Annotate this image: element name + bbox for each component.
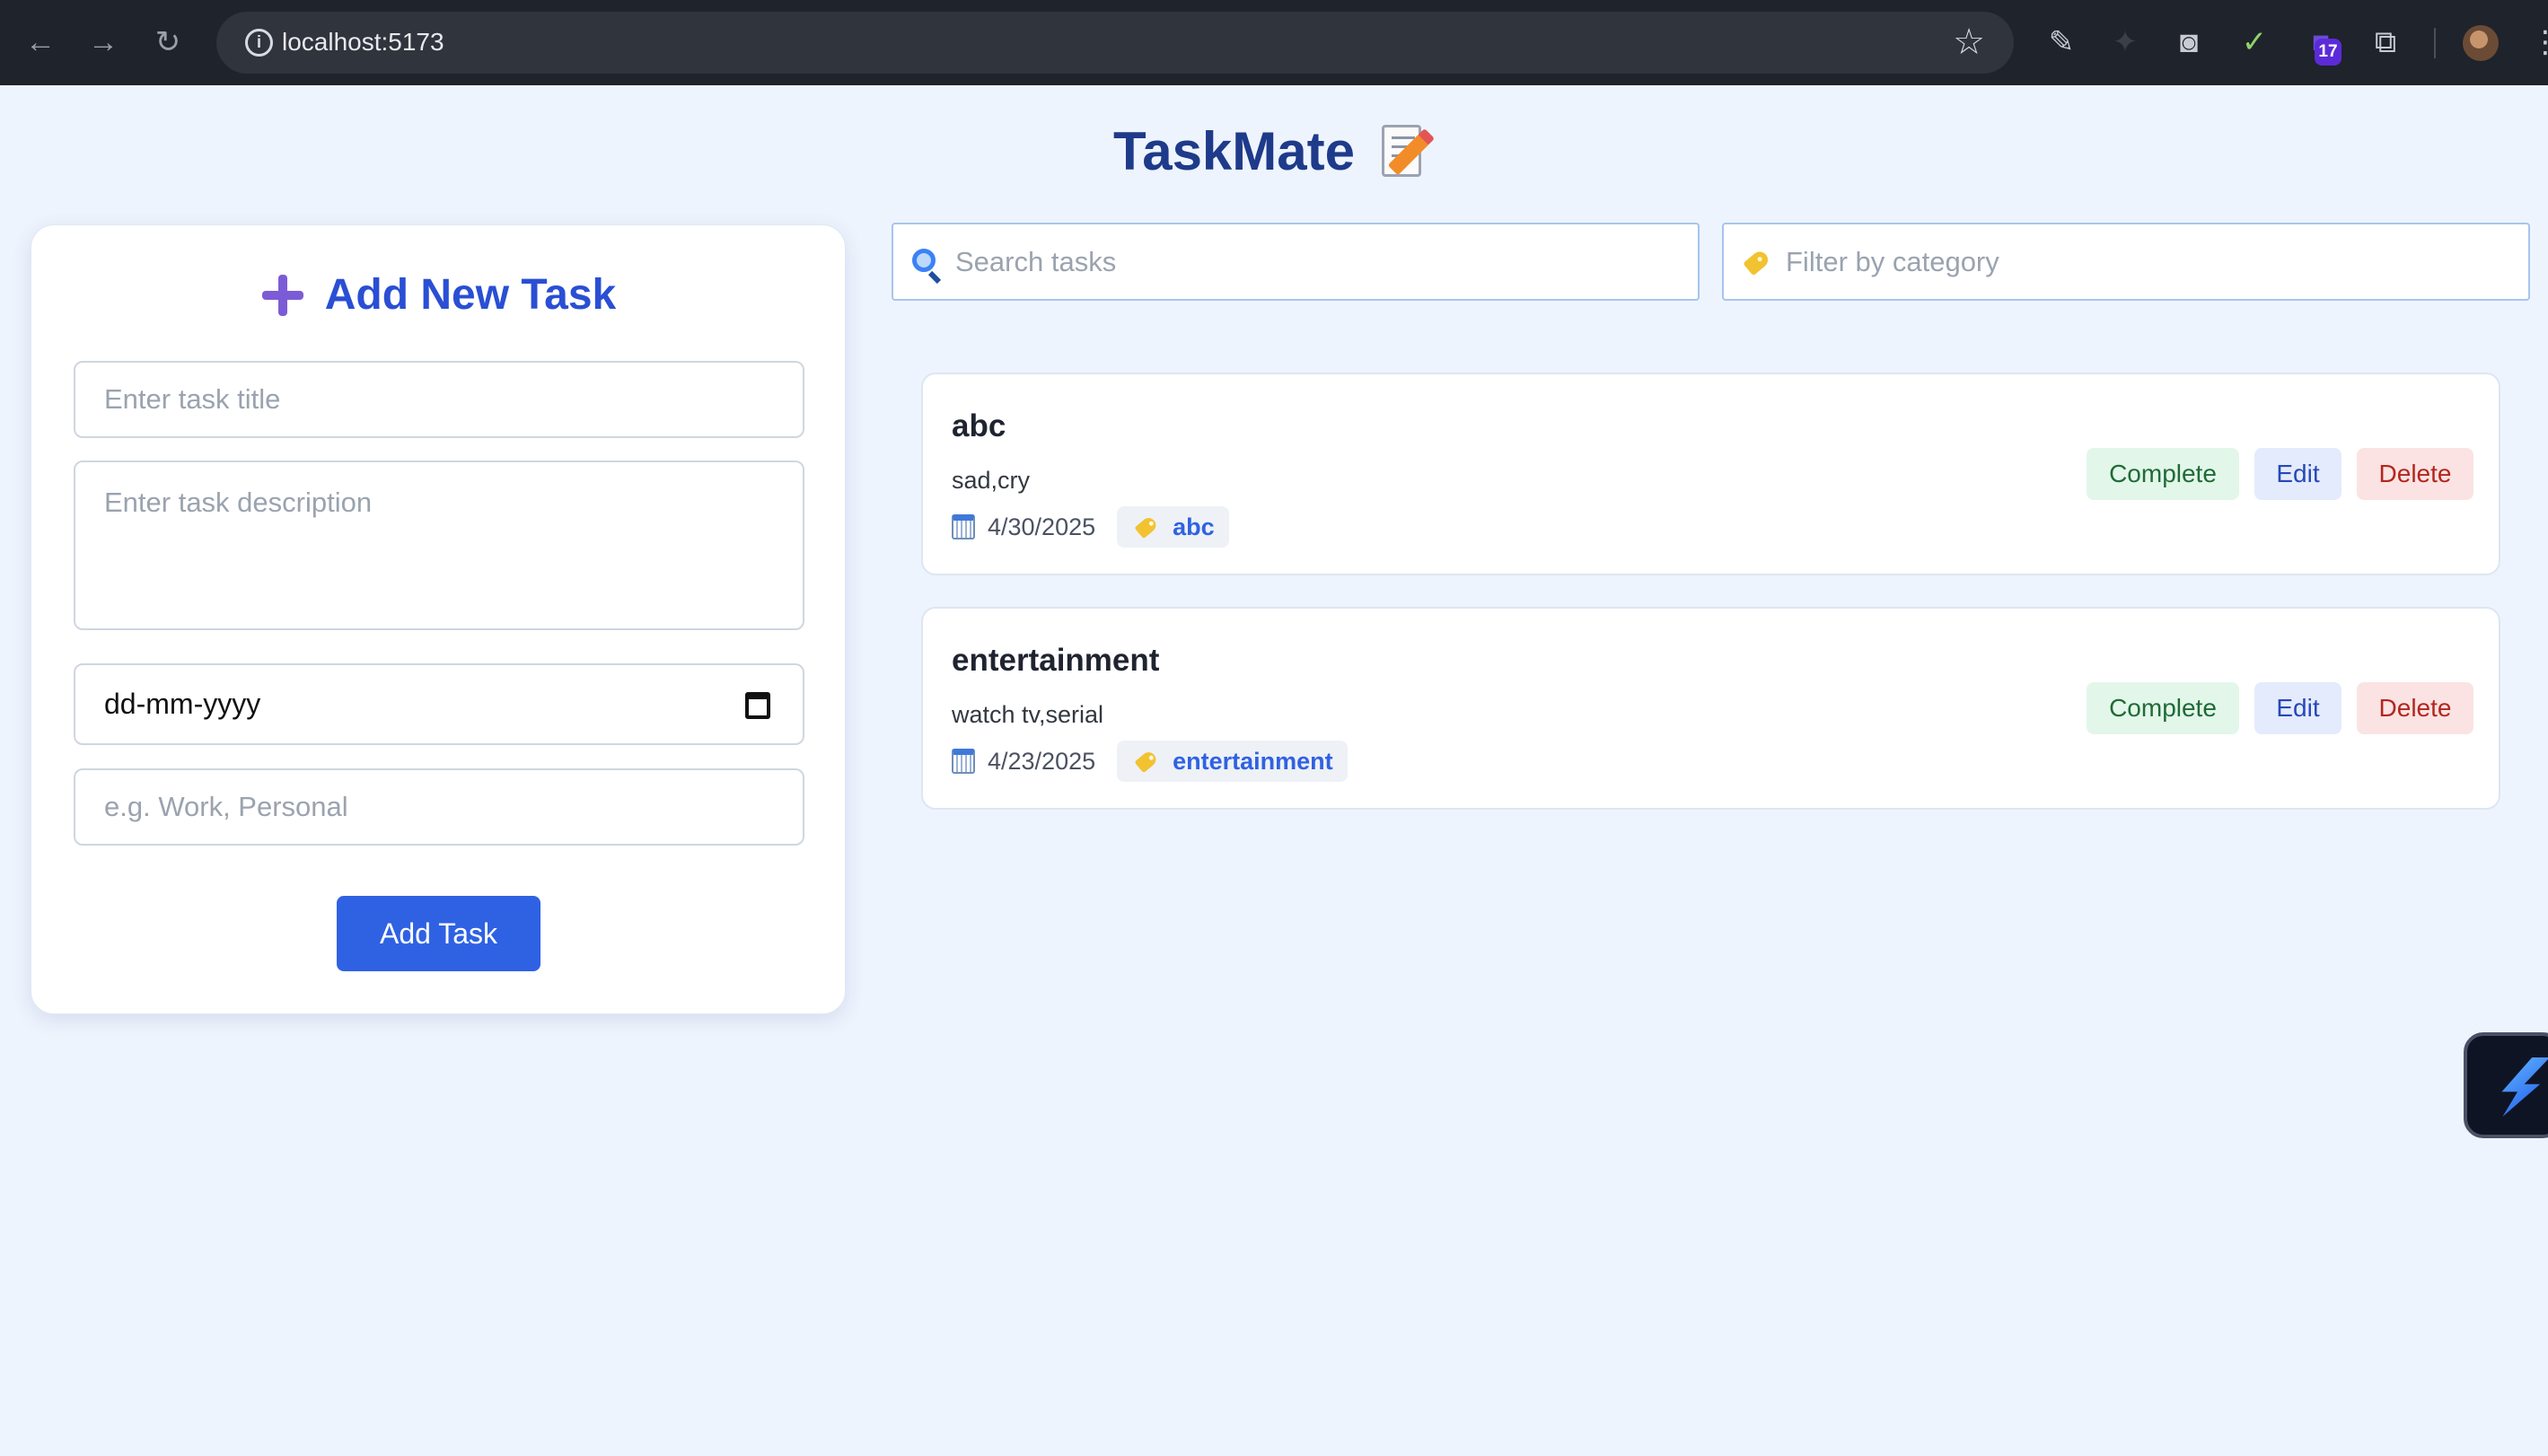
toolbar-divider <box>2434 28 2436 58</box>
reload-icon[interactable]: ↻ <box>147 22 189 63</box>
app-title: TaskMate <box>1113 120 1356 181</box>
extension-count-badge: 17 <box>2315 39 2342 66</box>
extension-icon[interactable]: ✦ <box>2104 22 2146 63</box>
search-input[interactable]: Search tasks <box>892 223 1700 301</box>
task-category-input[interactable]: e.g. Work, Personal <box>74 768 804 846</box>
task-card: abc sad,cry 4/30/2025 abc Complete Edit … <box>921 373 2500 575</box>
filter-placeholder: Filter by category <box>1786 246 1999 277</box>
menu-icon[interactable]: ⋮ <box>2525 22 2548 63</box>
delete-button[interactable]: Delete <box>2357 448 2473 500</box>
calendar-icon <box>952 514 975 539</box>
forward-icon[interactable]: → <box>83 22 124 63</box>
spellcheck-icon[interactable]: ✓ <box>2234 22 2275 63</box>
edit-button[interactable]: Edit <box>2254 682 2342 734</box>
complete-button[interactable]: Complete <box>2087 682 2239 734</box>
search-icon <box>912 249 936 272</box>
tag-icon <box>1743 248 1771 276</box>
task-title: abc <box>952 408 1006 443</box>
search-placeholder: Search tasks <box>955 246 1117 277</box>
task-description: sad,cry <box>952 467 1031 494</box>
browser-toolbar: ← → ↻ i localhost:5173 ☆ ✎ ✦ ◙ ✓ ■ 17 ⧉ … <box>0 0 2548 85</box>
category-filter-input[interactable]: Filter by category <box>1722 223 2530 301</box>
task-description: watch tv,serial <box>952 701 1104 728</box>
bookmark-star-icon[interactable]: ☆ <box>1953 22 1985 62</box>
task-date: 4/23/2025 <box>988 747 1096 775</box>
category-chip: entertainment <box>1117 741 1348 782</box>
profile-avatar[interactable] <box>2463 25 2499 61</box>
category-chip: abc <box>1117 506 1229 548</box>
task-title-input[interactable]: Enter task title <box>74 361 804 438</box>
calendar-picker-icon[interactable] <box>745 692 770 719</box>
back-icon[interactable]: ← <box>20 22 61 63</box>
calendar-icon <box>952 749 975 774</box>
tag-icon <box>1134 514 1159 539</box>
delete-button[interactable]: Delete <box>2357 682 2473 734</box>
task-description-input[interactable]: Enter task description <box>74 460 804 630</box>
category-label: abc <box>1173 513 1215 540</box>
category-label: entertainment <box>1173 747 1333 775</box>
complete-button[interactable]: Complete <box>2087 448 2239 500</box>
task-meta: 4/23/2025 entertainment <box>952 739 1348 784</box>
form-heading: Add New Task <box>31 270 845 320</box>
memo-icon <box>1382 123 1434 179</box>
task-actions: Complete Edit Delete <box>2087 448 2473 500</box>
eyedropper-icon[interactable]: ✎ <box>2041 22 2082 63</box>
task-card: entertainment watch tv,serial 4/23/2025 … <box>921 607 2500 810</box>
task-title: entertainment <box>952 643 1160 678</box>
floating-assistant-button[interactable] <box>2464 1032 2548 1138</box>
task-meta: 4/30/2025 abc <box>952 504 1229 549</box>
form-heading-text: Add New Task <box>324 271 617 319</box>
address-bar[interactable]: i localhost:5173 ☆ <box>216 12 2014 74</box>
edit-button[interactable]: Edit <box>2254 448 2342 500</box>
task-actions: Complete Edit Delete <box>2087 682 2473 734</box>
app-header: TaskMate <box>1113 112 1434 189</box>
tag-icon <box>1134 749 1159 774</box>
camera-icon[interactable]: ◙ <box>2168 22 2210 63</box>
date-placeholder: dd-mm-yyyy <box>104 688 261 720</box>
plus-icon <box>260 273 305 318</box>
bolt-icon <box>2489 1057 2548 1117</box>
add-task-card: Add New Task Enter task title Enter task… <box>31 224 846 1014</box>
add-task-button[interactable]: Add Task <box>337 896 540 971</box>
site-info-icon[interactable]: i <box>245 29 273 57</box>
task-date: 4/30/2025 <box>988 513 1096 540</box>
task-date-input[interactable]: dd-mm-yyyy <box>74 663 804 745</box>
url-text: localhost:5173 <box>282 28 444 56</box>
puzzle-icon[interactable]: ⧉ <box>2365 22 2406 63</box>
